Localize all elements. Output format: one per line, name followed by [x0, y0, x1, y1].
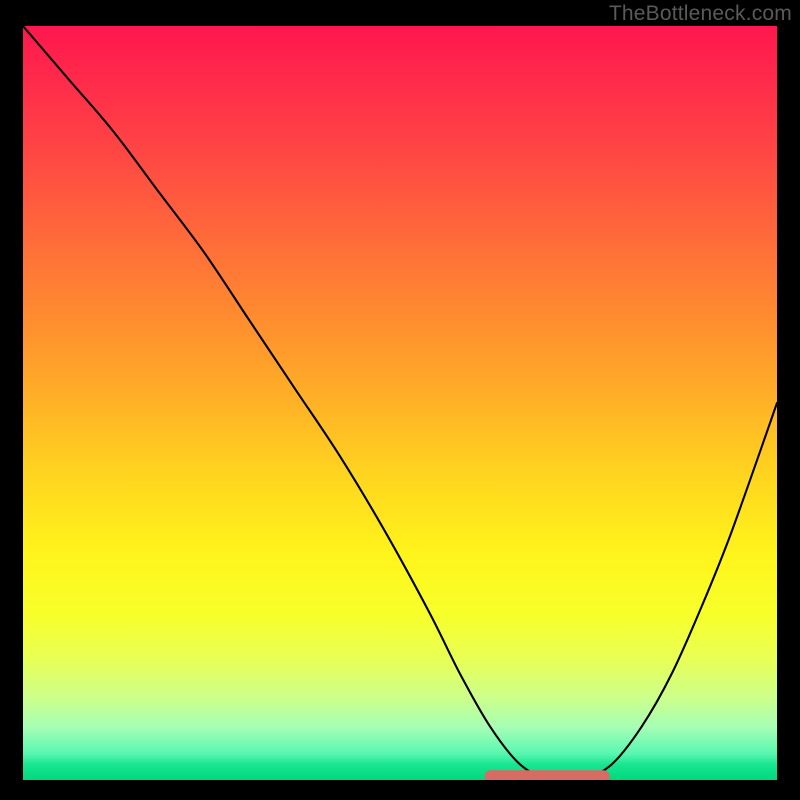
- plot-area: [23, 26, 777, 780]
- bottleneck-curve: [23, 26, 777, 780]
- watermark-label: TheBottleneck.com: [609, 2, 792, 26]
- curve-layer: [23, 26, 777, 780]
- chart-frame: TheBottleneck.com: [0, 0, 800, 800]
